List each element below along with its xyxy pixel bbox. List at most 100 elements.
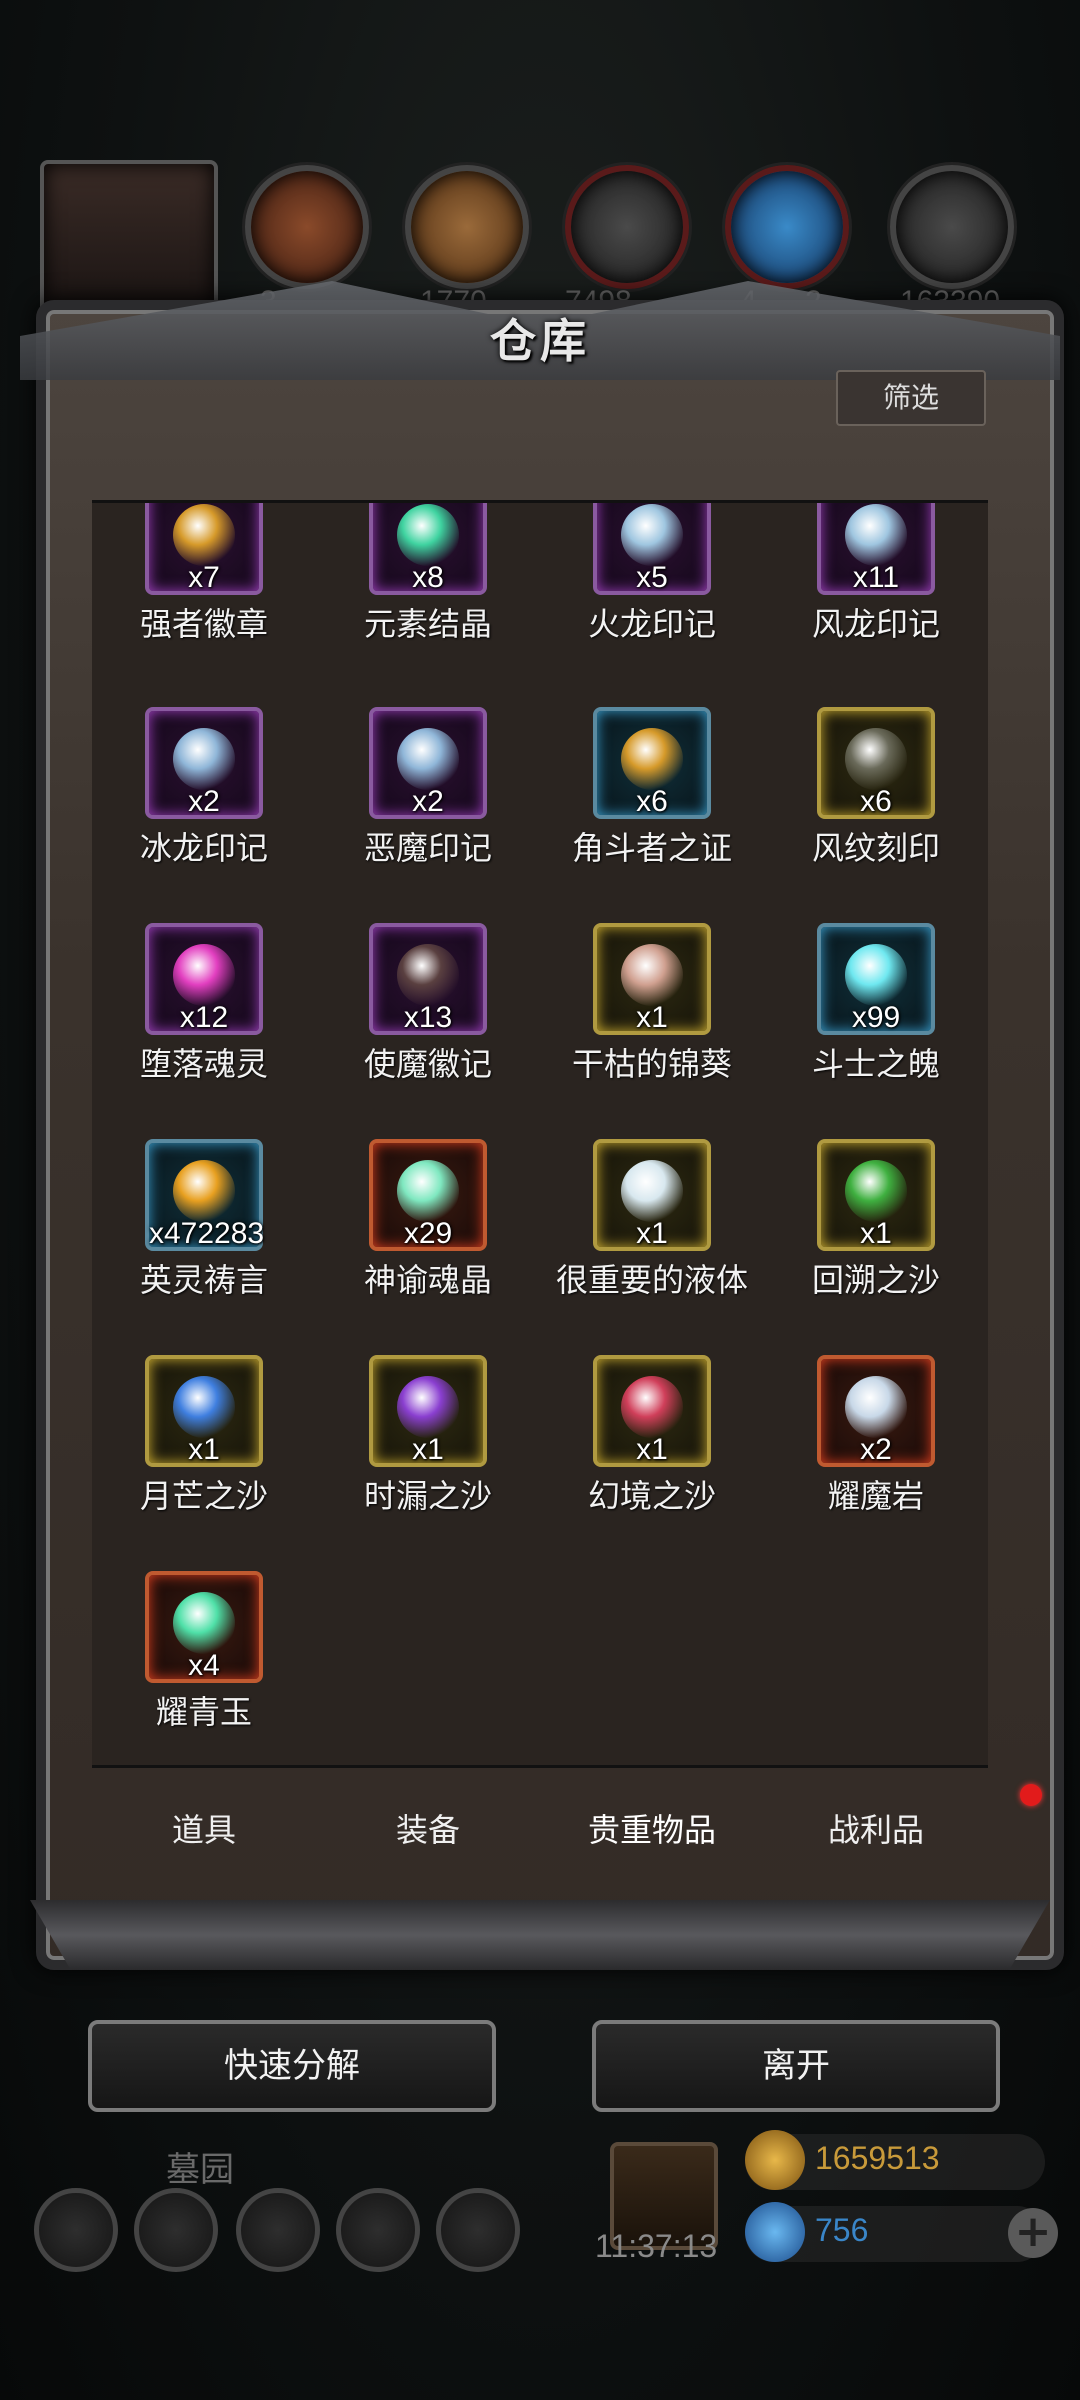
menu-icon-3[interactable] — [236, 2188, 320, 2272]
inventory-item[interactable]: x2 冰龙印记 — [92, 707, 319, 869]
item-name: 角斗者之证 — [571, 829, 732, 867]
gem-counter: 756 — [745, 2202, 1045, 2262]
item-slot: x7 — [145, 503, 263, 595]
gem-icon — [745, 2202, 805, 2262]
item-quantity: x5 — [636, 561, 668, 594]
gem-value: 756 — [815, 2212, 869, 2248]
item-icon — [621, 503, 683, 566]
item-slot: x1 — [817, 1139, 935, 1251]
item-name: 火龙印记 — [587, 605, 716, 643]
item-quantity: x2 — [860, 1433, 892, 1466]
item-quantity: x1 — [636, 1217, 668, 1250]
item-icon — [173, 1375, 235, 1438]
resource-icon-wood — [405, 165, 529, 289]
item-quantity: x6 — [860, 785, 892, 818]
player-avatar[interactable] — [40, 160, 218, 318]
item-icon — [845, 727, 907, 790]
item-slot: x1 — [369, 1355, 487, 1467]
inventory-item[interactable]: x2 恶魔印记 — [313, 707, 543, 869]
item-name: 元素结晶 — [363, 605, 492, 643]
item-quantity: x6 — [636, 785, 668, 818]
inventory-item[interactable]: x1 干枯的锦葵 — [537, 923, 767, 1085]
item-quantity: x2 — [188, 785, 220, 818]
item-name: 堕落魂灵 — [139, 1045, 268, 1083]
tab-items[interactable]: 道具 — [92, 1780, 316, 1880]
item-name: 月芒之沙 — [139, 1477, 268, 1515]
item-name: 很重要的液体 — [555, 1261, 748, 1299]
item-name: 恶魔印记 — [363, 829, 492, 867]
inventory-item[interactable]: x12 堕落魂灵 — [92, 923, 319, 1085]
inventory-item[interactable]: x11 风龙印记 — [761, 503, 988, 645]
panel-ornament-bottom — [30, 1900, 1050, 1970]
filter-button[interactable]: 筛选 — [836, 370, 986, 426]
menu-icon-5[interactable] — [436, 2188, 520, 2272]
inventory-item[interactable]: x13 使魔徽记 — [313, 923, 543, 1085]
item-name: 风纹刻印 — [811, 829, 940, 867]
item-icon — [621, 727, 683, 790]
item-name: 斗士之魄 — [811, 1045, 940, 1083]
inventory-item[interactable]: x1 很重要的液体 — [537, 1139, 767, 1301]
panel-title: 仓库 — [490, 314, 590, 368]
item-icon — [173, 727, 235, 790]
item-slot: x2 — [369, 707, 487, 819]
inventory-item[interactable]: x6 角斗者之证 — [537, 707, 767, 869]
item-name: 回溯之沙 — [811, 1261, 940, 1299]
tab-equipment[interactable]: 装备 — [316, 1780, 540, 1880]
menu-icon-4[interactable] — [336, 2188, 420, 2272]
inventory-item[interactable]: x99 斗士之魄 — [761, 923, 988, 1085]
resource-icon-meat — [245, 165, 369, 289]
inventory-item[interactable]: x4 耀青玉 — [92, 1571, 319, 1733]
item-icon — [173, 1591, 235, 1654]
item-slot: x1 — [593, 1139, 711, 1251]
item-quantity: x29 — [403, 1217, 453, 1250]
resource-icon-iron — [565, 165, 689, 289]
quick-decompose-button[interactable]: 快速分解 — [88, 2020, 496, 2112]
location-label: 墓园 — [166, 2150, 234, 2190]
item-icon — [397, 1159, 459, 1222]
inventory-item[interactable]: x2 耀魔岩 — [761, 1355, 988, 1517]
inventory-item[interactable]: x1 时漏之沙 — [313, 1355, 543, 1517]
item-icon — [173, 503, 235, 566]
inventory-item[interactable]: x6 风纹刻印 — [761, 707, 988, 869]
item-name: 时漏之沙 — [363, 1477, 492, 1515]
item-name: 风龙印记 — [811, 605, 940, 643]
tab-valuables[interactable]: 贵重物品 — [540, 1780, 764, 1880]
inventory-item[interactable]: x1 回溯之沙 — [761, 1139, 988, 1301]
item-slot: x4 — [145, 1571, 263, 1683]
inventory-item[interactable]: x8 元素结晶 — [313, 503, 543, 645]
inventory-item[interactable]: x1 月芒之沙 — [92, 1355, 319, 1517]
item-name: 神谕魂晶 — [363, 1261, 492, 1299]
inventory-item[interactable]: x29 神谕魂晶 — [313, 1139, 543, 1301]
add-currency-button[interactable]: + — [1008, 2208, 1058, 2258]
item-slot: x8 — [369, 503, 487, 595]
item-slot: x11 — [817, 503, 935, 595]
item-name: 冰龙印记 — [139, 829, 268, 867]
inventory-item[interactable]: x472283 英灵祷言 — [92, 1139, 319, 1301]
item-quantity: x8 — [412, 561, 444, 594]
inventory-item[interactable]: x1 幻境之沙 — [537, 1355, 767, 1517]
item-slot: x5 — [593, 503, 711, 595]
item-slot: x1 — [593, 923, 711, 1035]
item-icon — [397, 943, 459, 1006]
item-quantity: x1 — [636, 1001, 668, 1034]
menu-icon-1[interactable] — [34, 2188, 118, 2272]
tab-loot[interactable]: 战利品 — [764, 1780, 988, 1880]
inventory-item[interactable]: x7 强者徽章 — [92, 503, 319, 645]
item-icon — [173, 1159, 235, 1222]
resource-icon-stone — [890, 165, 1014, 289]
item-quantity: x99 — [851, 1001, 901, 1034]
item-slot: x2 — [145, 707, 263, 819]
item-name: 幻境之沙 — [587, 1477, 716, 1515]
category-tabs: 道具 装备 贵重物品 战利品 — [92, 1780, 988, 1880]
item-quantity: x12 — [179, 1001, 229, 1034]
gold-value: 1659513 — [815, 2140, 940, 2176]
item-icon — [397, 727, 459, 790]
item-icon — [845, 1159, 907, 1222]
inventory-item[interactable]: x5 火龙印记 — [537, 503, 767, 645]
leave-button[interactable]: 离开 — [592, 2020, 1000, 2112]
item-slot: x2 — [817, 1355, 935, 1467]
item-slot: x99 — [817, 923, 935, 1035]
item-quantity: x11 — [852, 561, 900, 594]
item-slot: x472283 — [145, 1139, 264, 1251]
menu-icon-2[interactable] — [134, 2188, 218, 2272]
